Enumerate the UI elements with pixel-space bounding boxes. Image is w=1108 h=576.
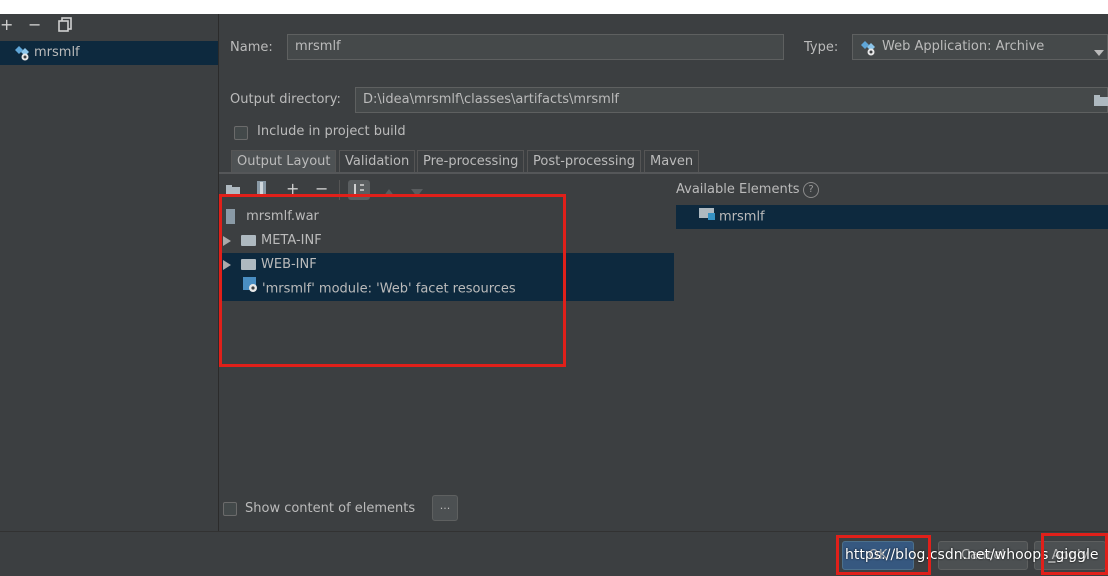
artifact-list-pane [0, 14, 219, 531]
include-in-build-label: Include in project build [257, 124, 406, 139]
tab-maven[interactable]: Maven [644, 150, 700, 172]
tab-post-processing[interactable]: Post-processing [527, 150, 641, 172]
show-content-label: Show content of elements [245, 501, 416, 516]
include-in-build-checkbox[interactable] [234, 126, 248, 140]
show-content-checkbox[interactable] [223, 502, 237, 516]
web-artifact-icon [14, 45, 31, 65]
remove-artifact-button[interactable]: − [28, 17, 41, 33]
show-content-options-button[interactable]: ... [432, 495, 458, 521]
web-application-icon [860, 40, 877, 60]
window-top-strip [0, 0, 1108, 14]
copy-artifact-button[interactable] [58, 17, 72, 36]
add-artifact-button[interactable]: + [0, 17, 13, 33]
available-item-label: mrsmlf [719, 209, 765, 225]
tab-pre-processing[interactable]: Pre-processing [417, 150, 525, 172]
highlight-box-output-tree [219, 194, 566, 367]
available-elements-title: Available Elements [676, 182, 800, 197]
tab-output-layout[interactable]: Output Layout [231, 150, 337, 172]
help-icon[interactable]: ? [803, 182, 819, 198]
artifact-item-mrsmlf[interactable]: mrsmlf [0, 41, 218, 65]
chevron-down-icon [1094, 45, 1104, 60]
copy-icon [58, 17, 72, 32]
module-folder-icon [699, 205, 715, 229]
available-item-mrsmlf[interactable]: mrsmlf [676, 205, 1108, 229]
output-directory-label: Output directory: [230, 92, 341, 107]
highlight-box-ok [836, 535, 931, 575]
tab-divider [219, 172, 1108, 174]
browse-folder-icon[interactable] [1094, 95, 1108, 110]
tab-validation[interactable]: Validation [339, 150, 416, 172]
name-field[interactable]: mrsmlf [287, 34, 784, 60]
type-dropdown-value: Web Application: Archive [882, 39, 1045, 54]
output-directory-field[interactable]: D:\idea\mrsmlf\classes\artifacts\mrsmlf [355, 87, 1108, 113]
highlight-box-apply [1041, 533, 1108, 575]
artifact-item-label: mrsmlf [34, 45, 80, 60]
name-label: Name: [230, 40, 273, 55]
type-dropdown[interactable]: Web Application: Archive [852, 34, 1108, 60]
type-label: Type: [804, 40, 839, 55]
